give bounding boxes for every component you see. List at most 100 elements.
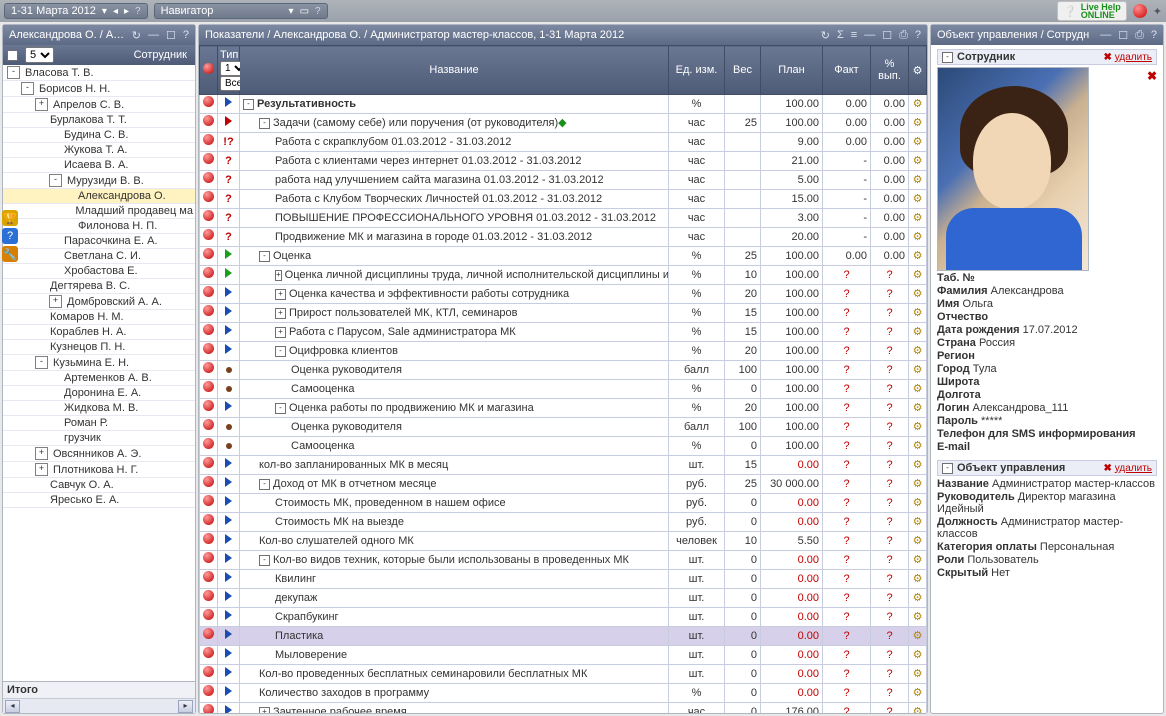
tree-row[interactable]: -Кузьмина Е. Н. [3, 355, 195, 371]
tree-row[interactable]: Артеменков А. В. [3, 371, 195, 386]
help-icon[interactable]: ? [315, 6, 321, 17]
gear-icon[interactable]: ⚙ [913, 592, 923, 604]
row-toggle-icon[interactable]: + [275, 327, 286, 338]
tree-row[interactable]: Бурлакова Т. Т. [3, 113, 195, 128]
gear-icon[interactable]: ⚙ [913, 668, 923, 680]
grid-scroll[interactable]: Тип 1 Все Название Ед. изм. Вес План Фак… [199, 45, 927, 713]
tree-row[interactable]: -Мурузиди В. В. [3, 173, 195, 189]
row-toggle-icon[interactable]: + [275, 270, 282, 281]
delete-link[interactable]: ✖ удалить [1102, 463, 1152, 474]
depth-select[interactable]: 5 [25, 47, 54, 63]
table-row[interactable]: -Оценка работы по продвижению МК и магаз… [200, 399, 927, 418]
tree-row[interactable]: Младший продавец ма [3, 204, 195, 219]
gear-icon[interactable]: ⚙ [913, 535, 923, 547]
tree-row[interactable]: +Овсянников А. Э. [3, 446, 195, 462]
tree-toggle-icon[interactable]: + [35, 463, 48, 476]
table-row[interactable]: Кол-во слушателей одного МКчеловек105.50… [200, 532, 927, 551]
star-icon[interactable]: ✦ [1153, 5, 1162, 18]
gear-icon[interactable]: ⚙ [913, 687, 923, 699]
table-row[interactable]: Самооценка%0100.00??⚙ [200, 380, 927, 399]
gear-icon[interactable]: ⚙ [913, 649, 923, 661]
tree-row[interactable]: Яресько Е. А. [3, 493, 195, 508]
table-row[interactable]: ?работа над улучшением сайта магазина 01… [200, 171, 927, 190]
tree-row[interactable]: грузчик [3, 431, 195, 446]
col-type[interactable]: Тип 1 Все [218, 46, 240, 95]
gear-icon[interactable]: ⚙ [913, 440, 923, 452]
row-toggle-icon[interactable]: - [259, 479, 270, 490]
gear-icon[interactable]: ⚙ [913, 212, 923, 224]
gear-icon[interactable]: ⚙ [913, 288, 923, 300]
tree-row[interactable]: Савчук О. А. [3, 478, 195, 493]
col-name[interactable]: Название [240, 46, 669, 95]
tree-row[interactable]: Дегтярева В. С. [3, 279, 195, 294]
table-row[interactable]: ?Работа с клиентами через интернет 01.03… [200, 152, 927, 171]
table-row[interactable]: -Кол-во видов техник, которые были испол… [200, 551, 927, 570]
tree-row[interactable]: Хробастова Е. [3, 264, 195, 279]
help-icon[interactable]: ? [135, 6, 141, 17]
gear-icon[interactable]: ⚙ [913, 250, 923, 262]
table-row[interactable]: Стоимость МК, проведенном в нашем офисер… [200, 494, 927, 513]
tree-toggle-icon[interactable]: + [49, 295, 62, 308]
row-toggle-icon[interactable]: - [259, 118, 270, 129]
gear-icon[interactable]: ⚙ [913, 554, 923, 566]
row-toggle-icon[interactable]: + [275, 289, 286, 300]
table-row[interactable]: Квилингшт.00.00??⚙ [200, 570, 927, 589]
status-indicator-icon[interactable] [1133, 4, 1147, 18]
expand-icon[interactable]: ☐ [166, 29, 176, 42]
col-gear[interactable]: ⚙ [909, 46, 927, 95]
wrench-icon[interactable]: 🔧 [2, 246, 18, 262]
next-icon[interactable]: ▸ [124, 6, 129, 17]
table-row[interactable]: Стоимость МК на выездеруб.00.00??⚙ [200, 513, 927, 532]
help-icon[interactable]: ? [2, 228, 18, 244]
tree-row[interactable]: Исаева В. А. [3, 158, 195, 173]
table-row[interactable]: Количество заходов в программу%00.00??⚙ [200, 684, 927, 703]
table-row[interactable]: +Оценка личной дисциплины труда, личной … [200, 266, 927, 285]
gear-icon[interactable]: ⚙ [913, 117, 923, 129]
gear-icon[interactable]: ⚙ [913, 136, 923, 148]
table-row[interactable]: кол-во запланированных МК в месяцшт.150.… [200, 456, 927, 475]
tree-row[interactable]: Жукова Т. А. [3, 143, 195, 158]
tree-row[interactable]: Комаров Н. М. [3, 310, 195, 325]
gear-icon[interactable]: ⚙ [913, 630, 923, 642]
tree-row[interactable]: Филонова Н. П. [3, 219, 195, 234]
table-row[interactable]: Скрапбукингшт.00.00??⚙ [200, 608, 927, 627]
navigator-selector[interactable]: Навигатор ▾ ▭ ? [154, 3, 328, 19]
tree-row[interactable]: Светлана С. И. [3, 249, 195, 264]
scroll-left-icon[interactable]: ◂ [5, 700, 20, 713]
row-toggle-icon[interactable]: - [259, 555, 270, 566]
gear-icon[interactable]: ⚙ [913, 421, 923, 433]
gear-icon[interactable]: ⚙ [913, 174, 923, 186]
tree-row[interactable]: Кораблев Н. А. [3, 325, 195, 340]
gear-icon[interactable]: ⚙ [913, 478, 923, 490]
gear-icon[interactable]: ⚙ [913, 706, 923, 714]
help-icon[interactable]: ? [183, 29, 189, 41]
gear-icon[interactable]: ⚙ [913, 155, 923, 167]
gear-icon[interactable]: ⚙ [913, 459, 923, 471]
col-fact[interactable]: Факт [823, 46, 871, 95]
employee-tree[interactable]: -Власова Т. В.-Борисов Н. Н.+Апрелов С. … [3, 65, 195, 681]
table-row[interactable]: -Задачи (самому себе) или поручения (от … [200, 114, 927, 133]
gear-icon[interactable]: ⚙ [913, 231, 923, 243]
tree-row[interactable]: +Плотникова Н. Г. [3, 462, 195, 478]
minus-icon[interactable]: — [148, 29, 159, 41]
table-row[interactable]: +Зачтенное рабочее времячас0176.00??⚙ [200, 703, 927, 714]
refresh-icon[interactable]: ↻ [132, 29, 141, 42]
col-unit[interactable]: Ед. изм. [669, 46, 725, 95]
table-row[interactable]: Мыловерениешт.00.00??⚙ [200, 646, 927, 665]
tree-row[interactable]: +Апрелов С. В. [3, 97, 195, 113]
refresh-icon[interactable]: ↻ [821, 29, 830, 42]
gear-icon[interactable]: ⚙ [913, 573, 923, 585]
tree-toggle-icon[interactable]: + [35, 447, 48, 460]
tree-row[interactable]: Роман Р. [3, 416, 195, 431]
tree-row[interactable]: Жидкова М. В. [3, 401, 195, 416]
col-status[interactable] [200, 46, 218, 95]
table-row[interactable]: ?Работа с Клубом Творческих Личностей 01… [200, 190, 927, 209]
col-pct[interactable]: % вып. [871, 46, 909, 95]
gear-icon[interactable]: ⚙ [913, 364, 923, 376]
help-icon[interactable]: ? [1151, 29, 1157, 41]
tree-row[interactable]: +Домбровский А. А. [3, 294, 195, 310]
list-icon[interactable]: ≡ [851, 29, 857, 41]
row-toggle-icon[interactable]: - [243, 99, 254, 110]
tree-toggle-icon[interactable]: - [7, 66, 20, 79]
gear-icon[interactable]: ⚙ [913, 98, 923, 110]
